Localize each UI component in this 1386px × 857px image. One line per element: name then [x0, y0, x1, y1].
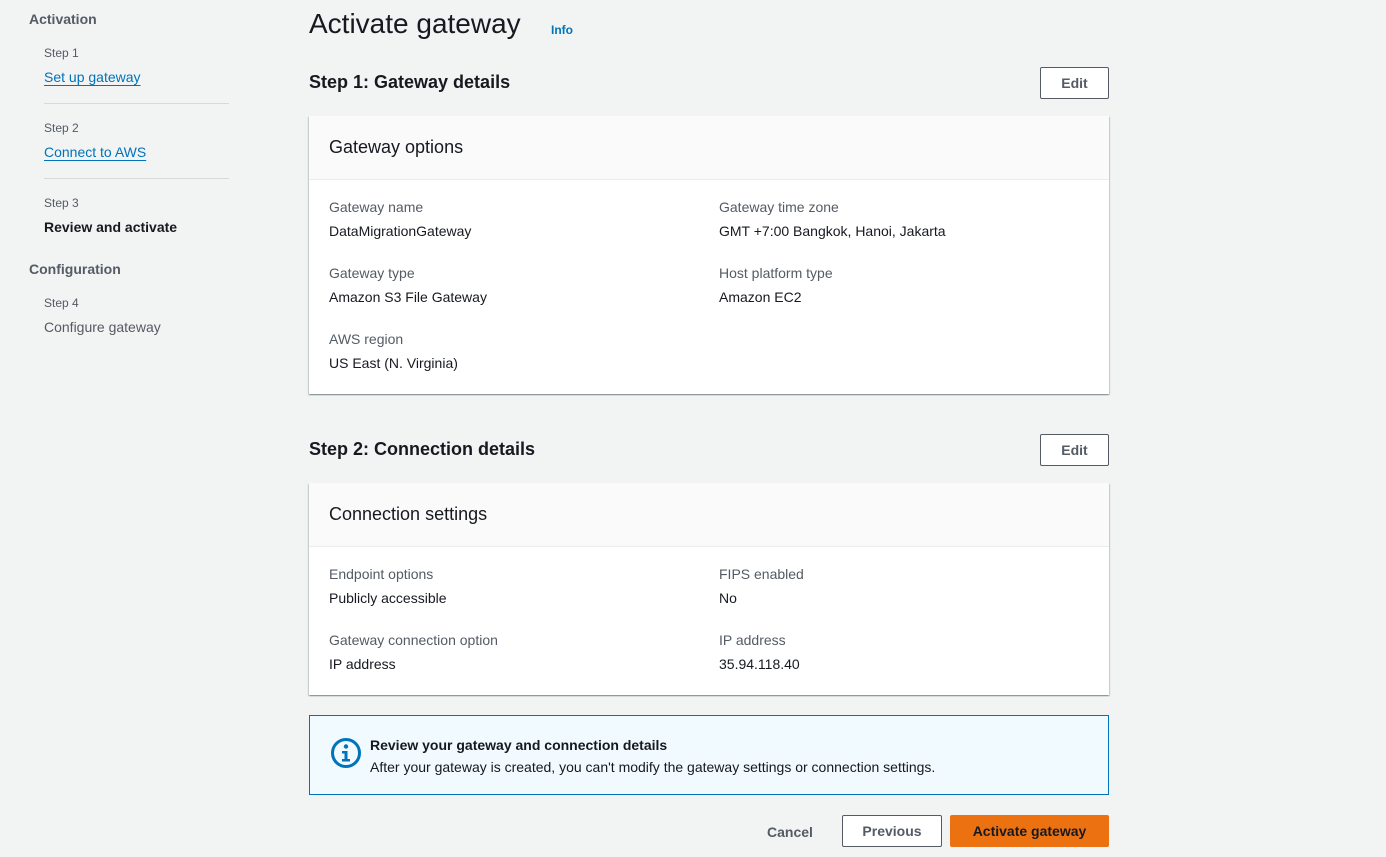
field-value: Amazon S3 File Gateway [329, 289, 487, 305]
nav-step-3-label: Step 3 [44, 196, 79, 210]
nav-step-1-label: Step 1 [44, 46, 79, 60]
nav-step-2-link[interactable]: Connect to AWS [44, 144, 146, 160]
info-alert: Review your gateway and connection detai… [309, 715, 1109, 795]
field-label: Gateway type [329, 265, 415, 281]
field-label: IP address [719, 632, 786, 648]
field-aws-region: AWS region US East (N. Virginia) [329, 330, 719, 396]
nav-step-1-link[interactable]: Set up gateway [44, 69, 141, 85]
field-label: Endpoint options [329, 566, 434, 582]
field-label: Gateway time zone [719, 199, 839, 215]
step-2-edit-button[interactable]: Edit [1040, 434, 1109, 466]
field-value: Amazon EC2 [719, 289, 802, 305]
activate-gateway-button[interactable]: Activate gateway [950, 815, 1109, 847]
card-title: Gateway options [309, 116, 1109, 180]
field-gateway-connection-option: Gateway connection option IP address [329, 631, 719, 697]
field-value: US East (N. Virginia) [329, 355, 458, 371]
field-gateway-name: Gateway name DataMigrationGateway [329, 198, 719, 264]
field-value: Publicly accessible [329, 590, 447, 606]
field-label: Gateway name [329, 199, 424, 215]
field-value: IP address [329, 656, 396, 672]
field-fips-enabled: FIPS enabled No [719, 565, 1109, 631]
info-circle-icon [330, 737, 362, 769]
field-host-platform-type: Host platform type Amazon EC2 [719, 264, 1109, 330]
step-2-heading: Step 2: Connection details [309, 439, 536, 459]
connection-settings-card: Connection settings Endpoint options Pub… [309, 483, 1109, 695]
field-label: Gateway connection option [329, 632, 498, 648]
step-1-heading: Step 1: Gateway details [309, 72, 511, 92]
page-title: Activate gateway [309, 8, 521, 39]
field-label: FIPS enabled [719, 566, 804, 582]
field-value: 35.94.118.40 [719, 656, 800, 672]
field-endpoint-options: Endpoint options Publicly accessible [329, 565, 719, 631]
field-value: GMT +7:00 Bangkok, Hanoi, Jakarta [719, 223, 946, 239]
nav-step-2-label: Step 2 [44, 121, 79, 135]
nav-step-3-current: Review and activate [44, 219, 178, 235]
cancel-button[interactable]: Cancel [760, 816, 820, 847]
field-gateway-time-zone: Gateway time zone GMT +7:00 Bangkok, Han… [719, 198, 1109, 264]
info-link[interactable]: Info [551, 23, 573, 37]
field-value: No [719, 590, 737, 606]
field-label: AWS region [329, 331, 404, 347]
nav-step-4-disabled: Configure gateway [44, 319, 161, 335]
nav-heading-configuration: Configuration [29, 261, 121, 277]
nav-divider [44, 103, 229, 104]
field-label: Host platform type [719, 265, 833, 281]
field-ip-address: IP address 35.94.118.40 [719, 631, 1109, 697]
card-title: Connection settings [309, 483, 1109, 547]
alert-text: After your gateway is created, you can't… [370, 759, 936, 775]
gateway-options-card: Gateway options Gateway name DataMigrati… [309, 116, 1109, 394]
alert-title: Review your gateway and connection detai… [370, 737, 668, 753]
field-gateway-type: Gateway type Amazon S3 File Gateway [329, 264, 719, 330]
nav-heading-activation: Activation [29, 11, 97, 27]
nav-step-4-label: Step 4 [44, 296, 79, 310]
step-1-edit-button[interactable]: Edit [1040, 67, 1109, 99]
nav-divider [44, 178, 229, 179]
previous-button[interactable]: Previous [842, 815, 942, 847]
field-value: DataMigrationGateway [329, 223, 472, 239]
